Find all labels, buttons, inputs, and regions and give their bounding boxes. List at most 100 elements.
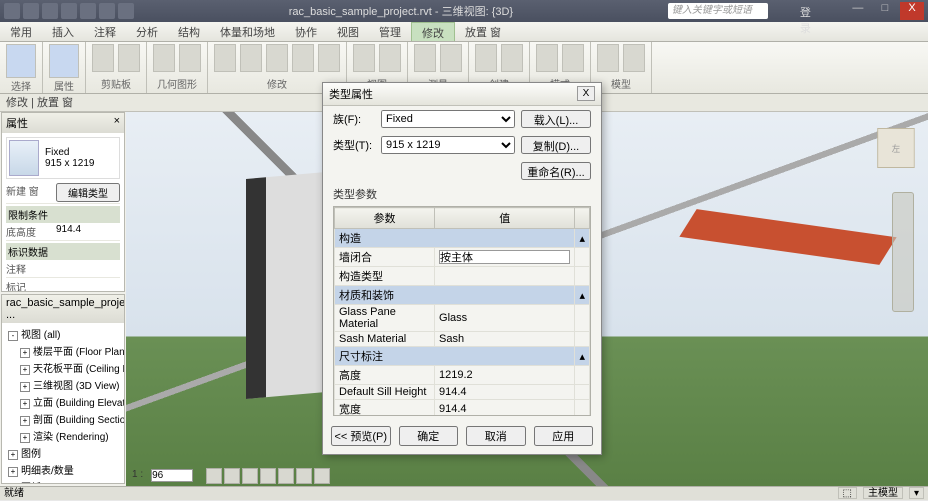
- type-params-grid[interactable]: 参数 值 构造▴墙闭合构造类型材质和装饰▴Glass Pane Material…: [333, 206, 591, 416]
- qat-more-icon[interactable]: [118, 3, 134, 19]
- ribbon-button-icon[interactable]: [536, 44, 558, 72]
- ribbon-button-icon[interactable]: [292, 44, 314, 72]
- subscription-icon[interactable]: [768, 4, 782, 18]
- ribbon-button-icon[interactable]: [266, 44, 288, 72]
- rename-button[interactable]: 重命名(R)...: [521, 162, 591, 180]
- param-value[interactable]: [435, 267, 575, 286]
- ribbon-button-icon[interactable]: [501, 44, 523, 72]
- cancel-button[interactable]: 取消: [466, 426, 526, 446]
- param-row[interactable]: 高度1219.2: [335, 366, 590, 385]
- shadows-icon[interactable]: [260, 468, 276, 484]
- preview-button[interactable]: << 预览(P): [331, 426, 391, 446]
- app-menu-icon[interactable]: [4, 3, 20, 19]
- properties-close-icon[interactable]: ×: [114, 115, 120, 131]
- ribbon-tab[interactable]: 体量和场地: [210, 22, 285, 41]
- type-select[interactable]: 915 x 1219: [381, 136, 515, 154]
- ribbon-button-icon[interactable]: [318, 44, 340, 72]
- project-browser-tree[interactable]: 视图 (all)楼层平面 (Floor Plan)天花板平面 (Ceiling …: [2, 323, 124, 483]
- close-button[interactable]: X: [900, 2, 924, 20]
- param-value[interactable]: Sash: [435, 332, 575, 347]
- tree-node[interactable]: 剖面 (Building Section): [4, 410, 122, 427]
- tree-node[interactable]: 图纸 (all): [4, 478, 122, 483]
- qat-undo-icon[interactable]: [61, 3, 77, 19]
- ribbon-button-icon[interactable]: [118, 44, 140, 72]
- param-row[interactable]: Glass Pane MaterialGlass: [335, 305, 590, 332]
- param-row[interactable]: 墙闭合: [335, 248, 590, 267]
- ribbon-button-icon[interactable]: [562, 44, 584, 72]
- props-row[interactable]: 注释: [6, 260, 120, 278]
- tree-node[interactable]: 图例: [4, 444, 122, 461]
- ribbon-tab[interactable]: 注释: [84, 22, 126, 41]
- ribbon-tab[interactable]: 分析: [126, 22, 168, 41]
- props-value[interactable]: 914.4: [56, 224, 120, 239]
- crop-view-icon[interactable]: [278, 468, 294, 484]
- ribbon-button-icon[interactable]: [179, 44, 201, 72]
- ribbon-button-icon[interactable]: [6, 44, 36, 78]
- param-row[interactable]: 构造类型: [335, 267, 590, 286]
- tree-node[interactable]: 三维视图 (3D View): [4, 376, 122, 393]
- ribbon-button-icon[interactable]: [414, 44, 436, 72]
- tree-node[interactable]: 楼层平面 (Floor Plan): [4, 342, 122, 359]
- ok-button[interactable]: 确定: [399, 426, 459, 446]
- reveal-hidden-icon[interactable]: [314, 468, 330, 484]
- ribbon-button-icon[interactable]: [153, 44, 175, 72]
- param-value[interactable]: 1219.2: [435, 366, 575, 385]
- param-value-input[interactable]: [439, 250, 570, 264]
- param-value[interactable]: [435, 248, 575, 267]
- ribbon-button-icon[interactable]: [49, 44, 79, 78]
- qat-redo-icon[interactable]: [80, 3, 96, 19]
- maximize-button[interactable]: □: [873, 2, 897, 20]
- ribbon-tab[interactable]: 放置 窗: [455, 22, 511, 41]
- ribbon-tab[interactable]: 修改: [411, 22, 455, 41]
- dialog-close-icon[interactable]: X: [577, 86, 595, 101]
- collapse-icon[interactable]: ▴: [575, 286, 590, 305]
- favorite-icon[interactable]: [816, 4, 830, 18]
- copy-button[interactable]: 复制(D)...: [521, 136, 591, 154]
- minimize-button[interactable]: —: [846, 2, 870, 20]
- collapse-icon[interactable]: ▴: [575, 229, 590, 248]
- param-row[interactable]: Default Sill Height914.4: [335, 385, 590, 400]
- type-selector[interactable]: Fixed 915 x 1219: [6, 137, 120, 179]
- view-cube[interactable]: 左: [877, 128, 915, 168]
- qat-print-icon[interactable]: [99, 3, 115, 19]
- detail-level-icon[interactable]: [206, 468, 222, 484]
- ribbon-tab[interactable]: 常用: [0, 22, 42, 41]
- props-value[interactable]: [56, 279, 120, 292]
- param-value[interactable]: 914.4: [435, 400, 575, 417]
- filter-icon[interactable]: ▾: [909, 487, 924, 499]
- scale-input[interactable]: [151, 469, 193, 482]
- param-value[interactable]: 914.4: [435, 385, 575, 400]
- ribbon-tab[interactable]: 管理: [369, 22, 411, 41]
- ribbon-tab[interactable]: 结构: [168, 22, 210, 41]
- ribbon-button-icon[interactable]: [475, 44, 497, 72]
- sun-path-icon[interactable]: [242, 468, 258, 484]
- ribbon-button-icon[interactable]: [214, 44, 236, 72]
- ribbon-button-icon[interactable]: [597, 44, 619, 72]
- qat-save-icon[interactable]: [42, 3, 58, 19]
- tree-node[interactable]: 天花板平面 (Ceiling Plan): [4, 359, 122, 376]
- help-icon[interactable]: [832, 4, 846, 18]
- family-select[interactable]: Fixed: [381, 110, 515, 128]
- edit-type-button[interactable]: 编辑类型: [56, 183, 120, 202]
- collapse-icon[interactable]: ▴: [575, 347, 590, 366]
- ribbon-tab[interactable]: 插入: [42, 22, 84, 41]
- help-search-input[interactable]: 键入关键字或短语: [668, 3, 768, 19]
- param-row[interactable]: Sash MaterialSash: [335, 332, 590, 347]
- tree-node[interactable]: 明细表/数量: [4, 461, 122, 478]
- apply-button[interactable]: 应用: [534, 426, 594, 446]
- load-button[interactable]: 载入(L)...: [521, 110, 591, 128]
- tree-node[interactable]: 视图 (all): [4, 325, 122, 342]
- visual-style-icon[interactable]: [224, 468, 240, 484]
- login-button[interactable]: 登录: [800, 4, 814, 18]
- ribbon-button-icon[interactable]: [440, 44, 462, 72]
- sync-icon[interactable]: [784, 4, 798, 18]
- ribbon-button-icon[interactable]: [379, 44, 401, 72]
- workset-icon[interactable]: ⬚: [838, 487, 857, 499]
- param-row[interactable]: 宽度914.4: [335, 400, 590, 417]
- ribbon-button-icon[interactable]: [353, 44, 375, 72]
- tree-node[interactable]: 立面 (Building Elevation): [4, 393, 122, 410]
- props-row[interactable]: 标记: [6, 278, 120, 292]
- qat-open-icon[interactable]: [23, 3, 39, 19]
- props-row[interactable]: 底高度914.4: [6, 223, 120, 241]
- props-value[interactable]: [56, 261, 120, 276]
